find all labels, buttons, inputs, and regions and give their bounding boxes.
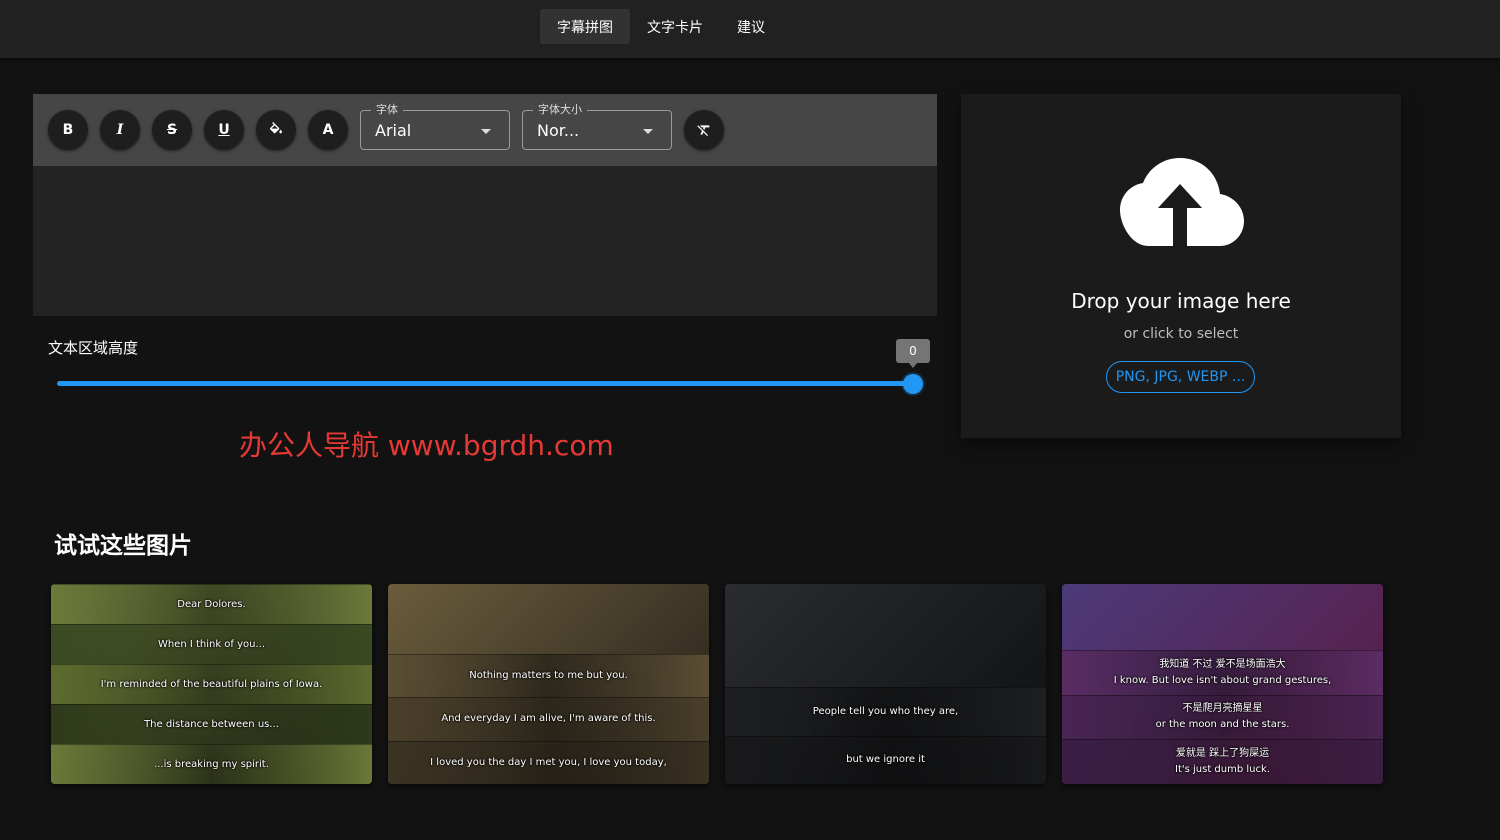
caption-strip: And everyday I am alive, I'm aware of th…	[388, 697, 709, 741]
caption-line: but we ignore it	[846, 754, 925, 766]
caption-strip: The distance between us...	[51, 704, 372, 744]
example-image-2[interactable]: Nothing matters to me but you. And everyd…	[388, 584, 709, 784]
font-family-value: Arial	[375, 121, 412, 140]
text-area-height-slider[interactable]: 0	[57, 339, 930, 394]
caption-line: I loved you the day I met you, I love yo…	[430, 756, 667, 768]
slider-value-tooltip: 0	[896, 339, 930, 368]
caption-line: ...is breaking my spirit.	[154, 758, 269, 770]
rich-text-editor: B I S U A 字体 Arial 字体大小 Nor...	[33, 94, 937, 316]
caption-text: I'm reminded of the beautiful plains of …	[101, 677, 323, 693]
underline-icon: U	[218, 122, 230, 138]
watermark-text: 办公人导航 www.bgrdh.com	[239, 429, 614, 462]
dropzone-subtitle: or click to select	[1123, 326, 1239, 342]
caption-text: 我知道 不过 爱不是场面浩大 I know. But love isn't abo…	[1114, 657, 1332, 689]
caption-text: People tell you who they are,	[813, 704, 958, 720]
caption-line: The distance between us...	[144, 718, 279, 730]
chevron-down-icon	[643, 129, 653, 134]
caption-strip: 不是爬月亮摘星星 or the moon and the stars.	[1062, 694, 1383, 740]
caption-text: but we ignore it	[846, 752, 925, 768]
caption-strip: 爱就是 踩上了狗屎运 It's just dumb luck.	[1062, 739, 1383, 784]
text-color-button[interactable]: A	[308, 110, 348, 150]
strikethrough-icon: S	[166, 122, 178, 138]
font-family-label: 字体	[371, 103, 403, 117]
caption-line: 爱就是 踩上了狗屎运	[1175, 748, 1270, 760]
slider-thumb[interactable]	[903, 374, 923, 394]
caption-text: 不是爬月亮摘星星 or the moon and the stars.	[1156, 701, 1290, 733]
text-area-height-label: 文本区域高度	[48, 339, 139, 357]
caption-line: People tell you who they are,	[812, 705, 959, 717]
caption-line: When I think of you...	[157, 638, 266, 650]
font-size-select[interactable]: 字体大小 Nor...	[522, 103, 672, 150]
paint-bucket-icon	[269, 122, 282, 134]
font-size-value: Nor...	[537, 121, 580, 140]
thumbnail-scene	[1062, 584, 1383, 650]
caption-line: 我知道 不过 爱不是场面浩大	[1159, 658, 1286, 670]
caption-strip: Nothing matters to me but you.	[388, 654, 709, 698]
editor-toolbar: B I S U A 字体 Arial 字体大小 Nor...	[33, 94, 937, 166]
fill-color-button[interactable]	[256, 110, 296, 150]
caption-line: 不是爬月亮摘星星	[1182, 703, 1263, 715]
caption-strip: Dear Dolores.	[51, 584, 372, 624]
caption-line: I'm reminded of the beautiful plains of …	[100, 678, 323, 690]
caption-line: I know. But love isn't about grand gestu…	[1113, 674, 1332, 686]
strikethrough-button[interactable]: S	[152, 110, 192, 150]
bold-button[interactable]: B	[48, 110, 88, 150]
caption-line: And everyday I am alive, I'm aware of th…	[441, 713, 656, 725]
caption-line: Nothing matters to me but you.	[469, 670, 628, 682]
caption-text: The distance between us...	[144, 717, 279, 733]
examples-title: 试试这些图片	[54, 533, 192, 559]
underline-button[interactable]: U	[204, 110, 244, 150]
editor-text-area[interactable]	[33, 166, 937, 316]
tab-text-card[interactable]: 文字卡片	[630, 9, 720, 44]
caption-strip: 我知道 不过 爱不是场面浩大 I know. But love isn't abo…	[1062, 650, 1383, 695]
caption-strip: When I think of you...	[51, 624, 372, 664]
chevron-down-icon	[481, 129, 491, 134]
cloud-upload-icon	[1120, 158, 1244, 246]
caption-line: or the moon and the stars.	[1155, 719, 1290, 731]
caption-strip: I'm reminded of the beautiful plains of …	[51, 664, 372, 704]
caption-text: ...is breaking my spirit.	[154, 757, 269, 773]
slider-track[interactable]	[57, 381, 913, 386]
caption-text: When I think of you...	[158, 637, 265, 653]
caption-text: Dear Dolores.	[177, 597, 245, 613]
caption-strip: I loved you the day I met you, I love yo…	[388, 740, 709, 784]
clear-format-icon	[697, 125, 710, 136]
caption-text: I loved you the day I met you, I love yo…	[430, 755, 667, 771]
italic-button[interactable]: I	[100, 110, 140, 150]
caption-line: It's just dumb luck.	[1175, 764, 1270, 776]
bold-icon: B	[62, 122, 74, 138]
font-family-select[interactable]: 字体 Arial	[360, 103, 510, 150]
caption-line: Dear Dolores.	[177, 598, 246, 610]
thumbnail-scene	[725, 584, 1046, 687]
example-image-4[interactable]: 我知道 不过 爱不是场面浩大 I know. But love isn't abo…	[1062, 584, 1383, 784]
italic-icon: I	[116, 122, 124, 138]
example-image-3[interactable]: People tell you who they are, but we igno…	[725, 584, 1046, 784]
caption-strip: but we ignore it	[725, 735, 1046, 784]
example-image-1[interactable]: Dear Dolores. When I think of you... I'm r…	[51, 584, 372, 784]
caption-text: And everyday I am alive, I'm aware of th…	[441, 711, 655, 727]
tab-subtitle-collage[interactable]: 字幕拼图	[540, 9, 630, 44]
text-color-icon: A	[322, 122, 334, 138]
thumbnail-scene	[388, 584, 709, 654]
caption-strip: People tell you who they are,	[725, 687, 1046, 736]
caption-text: 爱就是 踩上了狗屎运 It's just dumb luck.	[1175, 746, 1270, 778]
top-nav-bar: 字幕拼图 文字卡片 建议	[0, 0, 1500, 58]
caption-strip: ...is breaking my spirit.	[51, 744, 372, 784]
accepted-formats-chip: PNG, JPG, WEBP ...	[1106, 361, 1255, 393]
nav-tabs: 字幕拼图 文字卡片 建议	[540, 9, 782, 44]
font-size-label: 字体大小	[533, 103, 587, 117]
tab-suggestions[interactable]: 建议	[720, 9, 782, 44]
image-dropzone[interactable]: Drop your image here or click to select …	[961, 94, 1401, 438]
clear-format-button[interactable]	[684, 110, 724, 150]
dropzone-title: Drop your image here	[1071, 289, 1291, 313]
caption-text: Nothing matters to me but you.	[469, 668, 628, 684]
